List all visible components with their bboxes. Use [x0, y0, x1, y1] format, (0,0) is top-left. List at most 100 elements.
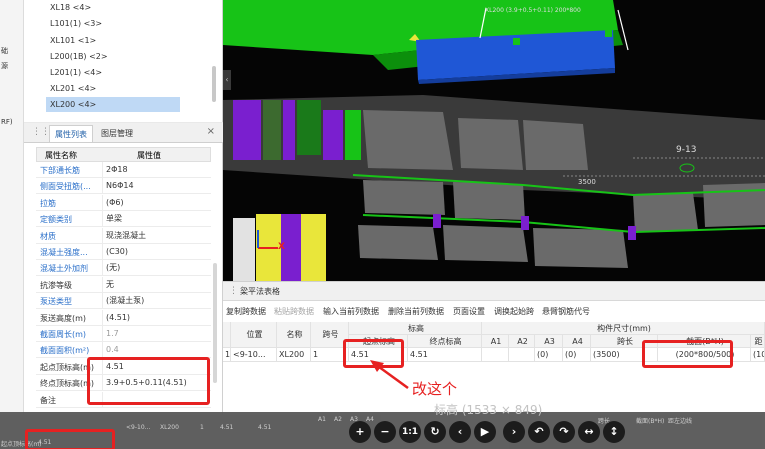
white-column: [233, 218, 255, 281]
collapse-handle[interactable]: ‹: [223, 70, 231, 90]
property-value[interactable]: 2Φ18: [102, 162, 208, 177]
col-group-component-size: 构件尺寸(mm): [482, 322, 765, 335]
property-row[interactable]: 截面周长(m) 1.7: [36, 326, 211, 342]
col-header-a3: A3: [535, 335, 563, 348]
input-column-data-button[interactable]: 输入当前列数据: [323, 306, 379, 317]
property-row[interactable]: 定额类别 单梁: [36, 211, 211, 228]
swap-start-span-button[interactable]: 调换起始跨: [494, 306, 534, 317]
property-row[interactable]: 下部通长筋 2Φ18: [36, 162, 211, 178]
red-arrow: [370, 360, 409, 390]
dimension-label: 3500: [578, 178, 596, 186]
property-row[interactable]: 材质 现浇混凝土: [36, 227, 211, 244]
property-value[interactable]: 无: [102, 276, 208, 292]
grey-slab: [363, 180, 445, 215]
property-row[interactable]: 泵送高度(m) (4.51): [36, 309, 211, 326]
property-row[interactable]: 混凝土强度... (C30): [36, 244, 211, 260]
property-value[interactable]: N6Φ14: [102, 178, 208, 194]
3d-viewport[interactable]: XL200 (3.9+0.5+0.11) 200*800 9-13 3500 X…: [223, 0, 765, 281]
cell-a1[interactable]: [482, 348, 509, 362]
tree-item-selected[interactable]: XL200 <4>: [46, 97, 180, 112]
zoom-in-icon[interactable]: +: [349, 421, 371, 443]
tree-item[interactable]: L201(1) <4>: [46, 65, 106, 80]
property-row[interactable]: 截面面积(m²) 0.4: [36, 342, 211, 359]
table-toolbar: 复制跨数据 粘贴跨数据 输入当前列数据 删除当前列数据 页面设置 调换起始跨 悬…: [223, 305, 765, 319]
component-tree: XL18 <4> L101(1) <3> XL101 <1> L200(1B) …: [24, 0, 223, 122]
col-header-name: 名称: [277, 322, 311, 348]
property-value[interactable]: 1.7: [102, 326, 208, 341]
cell-position[interactable]: <9-10...: [231, 348, 277, 362]
axis-label: 9-13: [676, 145, 697, 155]
tree-item[interactable]: L101(1) <3>: [46, 16, 106, 31]
purple-column: [323, 110, 343, 160]
property-row[interactable]: 侧面受扭筋(... N6Φ14: [36, 178, 211, 195]
property-value[interactable]: (混凝土泵): [102, 293, 208, 309]
property-scrollbar[interactable]: [213, 263, 217, 383]
property-name: 下部通长筋: [40, 166, 80, 175]
strip-text: 源: [1, 62, 8, 70]
close-icon[interactable]: ×: [207, 126, 215, 137]
underlay-text: XL200: [160, 424, 179, 431]
annotation-text: 改这个: [412, 380, 458, 398]
rotate-right-icon[interactable]: ↷: [553, 421, 575, 443]
property-row[interactable]: 泵送类型 (混凝土泵): [36, 293, 211, 310]
property-row[interactable]: 抗渗等级 无: [36, 276, 211, 293]
tree-item[interactable]: L200(1B) <2>: [46, 49, 112, 64]
flip-vertical-icon[interactable]: ↕: [603, 421, 625, 443]
tree-scrollbar[interactable]: [212, 66, 216, 102]
highlight-box-underlay: [25, 429, 115, 449]
rotate-icon[interactable]: ↻: [424, 421, 446, 443]
cell-a4[interactable]: (0): [563, 348, 591, 362]
cell-name[interactable]: XL200: [277, 348, 311, 362]
cell-distance[interactable]: (10: [751, 348, 765, 362]
zoom-out-icon[interactable]: −: [374, 421, 396, 443]
tree-item[interactable]: XL101 <1>: [46, 33, 100, 48]
green-column: [297, 100, 321, 155]
property-value[interactable]: (Φ6): [102, 194, 208, 210]
cantilever-rebar-code-button[interactable]: 悬臂钢筋代号: [542, 306, 590, 317]
property-value[interactable]: (4.51): [102, 309, 208, 325]
tab-property-list[interactable]: 属性列表: [49, 125, 93, 142]
beam-annotation: XL200 (3.9+0.5+0.11) 200*800: [485, 7, 581, 14]
delete-column-data-button[interactable]: 删除当前列数据: [388, 306, 444, 317]
purple-column: [233, 100, 261, 160]
tab-layer-management[interactable]: 图层管理: [96, 125, 138, 142]
grey-slab: [523, 120, 588, 170]
strip-text: 础: [1, 47, 8, 55]
grey-slab: [363, 110, 453, 170]
property-name: 截面周长(m): [40, 330, 87, 339]
underlay-text: 距左边线: [668, 418, 693, 425]
page-setup-button[interactable]: 页面设置: [453, 306, 485, 317]
property-value[interactable]: 现浇混凝土: [102, 227, 208, 243]
property-name: 定额类别: [40, 215, 72, 225]
underlay-text: A1: [318, 416, 326, 423]
property-value[interactable]: (无): [102, 260, 208, 276]
row-index: 1: [223, 348, 231, 362]
image-dimensions: 标高 (1533 × 849): [434, 403, 543, 417]
prev-icon[interactable]: ‹: [449, 421, 471, 443]
copy-span-data-button[interactable]: 复制跨数据: [226, 306, 266, 317]
property-name: 泵送类型: [40, 297, 72, 307]
tree-item[interactable]: XL201 <4>: [46, 81, 100, 96]
flip-horizontal-icon[interactable]: ↔: [578, 421, 600, 443]
property-value[interactable]: (C30): [102, 244, 208, 259]
property-row[interactable]: 拉筋 (Φ6): [36, 194, 211, 211]
next-icon[interactable]: ›: [503, 421, 525, 443]
grey-slab: [633, 193, 698, 232]
grey-slab: [358, 225, 438, 260]
tree-item[interactable]: XL18 <4>: [46, 0, 95, 15]
property-value[interactable]: 单梁: [102, 211, 208, 227]
property-name: 侧面受扭筋(...: [40, 182, 91, 192]
property-value[interactable]: 0.4: [102, 342, 208, 358]
cell-a2[interactable]: [509, 348, 535, 362]
grey-slab: [443, 225, 528, 262]
header-name: 属性名称: [45, 151, 77, 160]
green-node: [513, 38, 520, 45]
drag-grip-icon[interactable]: ⋮⋮: [32, 127, 50, 137]
property-row[interactable]: 混凝土外加剂 (无): [36, 260, 211, 277]
actual-size-icon[interactable]: 1:1: [399, 421, 421, 443]
play-icon[interactable]: ▶: [474, 421, 496, 443]
cell-a3[interactable]: (0): [535, 348, 563, 362]
rotate-left-icon[interactable]: ↶: [528, 421, 550, 443]
purple-piece: [521, 216, 529, 230]
paste-span-data-button[interactable]: 粘贴跨数据: [274, 306, 314, 317]
